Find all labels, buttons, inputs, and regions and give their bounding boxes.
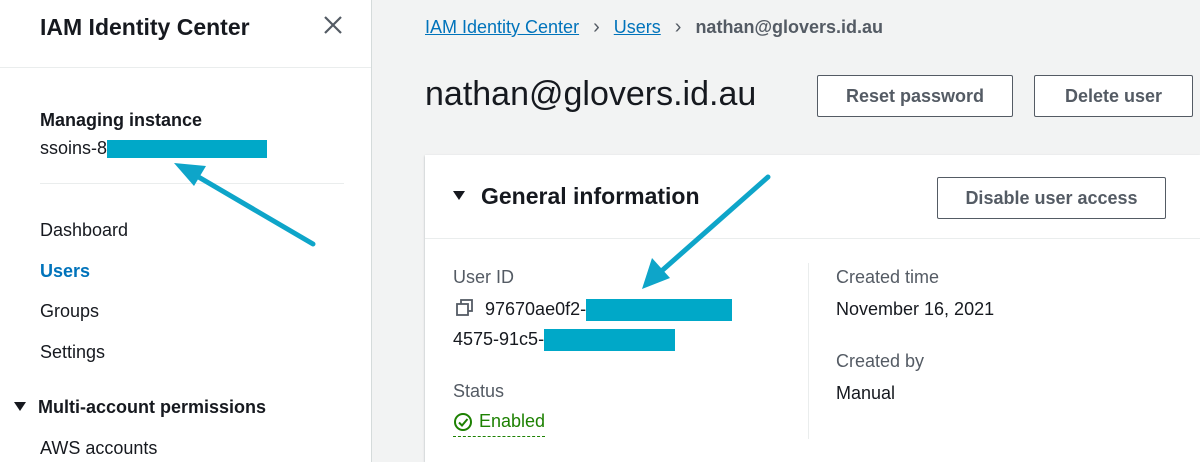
- caret-down-icon: [14, 401, 26, 411]
- sidebar-divider: [40, 183, 344, 184]
- status-value: Enabled: [479, 411, 546, 431]
- sidebar-item-users[interactable]: Users: [40, 261, 90, 282]
- redaction-bar: [107, 140, 268, 159]
- user-id-line1: 97670ae0f2-: [455, 298, 733, 322]
- created-by-label: Created by: [836, 351, 925, 371]
- user-id-line2: 4575-91c5-: [453, 329, 676, 352]
- caret-down-icon: [453, 191, 465, 201]
- chevron-right-icon: ›: [674, 16, 682, 38]
- redaction-bar: [586, 299, 733, 322]
- page-title: nathan@glovers.id.au: [425, 75, 757, 113]
- managing-instance-label: Managing instance: [40, 110, 203, 130]
- panel-title-text: General information: [481, 183, 700, 209]
- status-label: Status: [453, 381, 505, 401]
- chevron-right-icon: ›: [593, 16, 600, 38]
- managing-instance-id: ssoins-8: [40, 138, 268, 159]
- sidebar-title: IAM Identity Center: [40, 14, 250, 40]
- panel-header: General information Disable user access: [425, 155, 1200, 239]
- reset-password-button[interactable]: Reset password: [817, 75, 1013, 117]
- sidebar-item-settings[interactable]: Settings: [40, 342, 105, 363]
- redaction-bar: [544, 329, 676, 352]
- copy-icon[interactable]: [455, 298, 475, 318]
- sidebar-item-aws-accounts[interactable]: AWS accounts: [40, 438, 157, 459]
- sidebar-section-label: Multi-account permissions: [38, 397, 267, 417]
- created-by-value: Manual: [836, 383, 896, 403]
- sidebar-item-dashboard[interactable]: Dashboard: [40, 220, 128, 241]
- breadcrumb-link-identity-center[interactable]: IAM Identity Center: [425, 17, 579, 38]
- breadcrumb: IAM Identity Center › Users › nathan@glo…: [425, 16, 883, 39]
- sidebar: IAM Identity Center Managing instance ss…: [0, 0, 372, 462]
- user-id-text-1: 97670ae0f2-: [485, 299, 587, 319]
- disable-user-access-button[interactable]: Disable user access: [937, 177, 1166, 219]
- column-divider: [808, 263, 809, 439]
- breadcrumb-current: nathan@glovers.id.au: [695, 17, 884, 37]
- instance-id-text: ssoins-8: [40, 138, 108, 158]
- delete-user-button[interactable]: Delete user: [1034, 75, 1193, 117]
- breadcrumb-link-users[interactable]: Users: [614, 17, 661, 38]
- created-time-value: November 16, 2021: [836, 299, 995, 319]
- sidebar-header: IAM Identity Center: [0, 0, 371, 68]
- panel-title[interactable]: General information: [453, 183, 700, 210]
- sidebar-section-multi-account[interactable]: Multi-account permissions: [14, 397, 266, 418]
- user-id-text-2: 4575-91c5-: [453, 329, 545, 349]
- user-id-label: User ID: [453, 267, 515, 287]
- check-circle-icon: [454, 412, 472, 431]
- close-icon[interactable]: [318, 10, 348, 40]
- created-time-label: Created time: [836, 267, 940, 287]
- general-information-panel: General information Disable user access …: [425, 155, 1200, 462]
- sidebar-item-groups[interactable]: Groups: [40, 301, 99, 322]
- status-badge: Enabled: [453, 411, 546, 437]
